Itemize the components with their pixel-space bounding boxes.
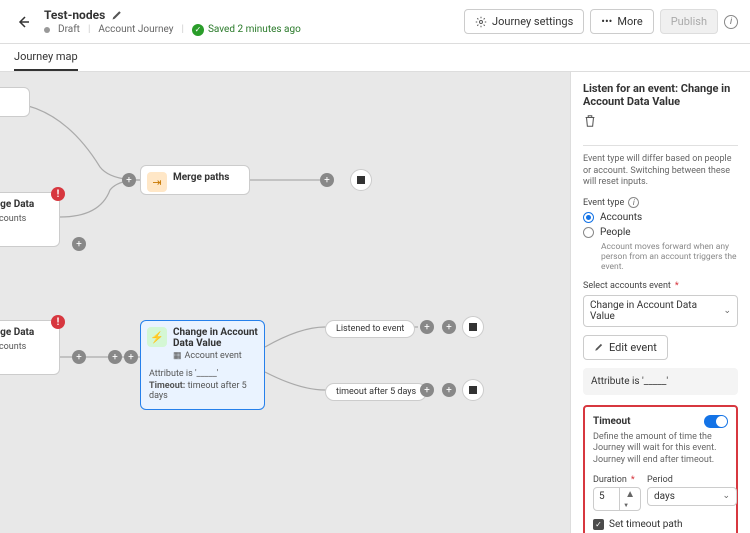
connector-dot[interactable]: +	[108, 350, 122, 364]
chevron-down-icon: ⌄	[722, 491, 730, 501]
timeout-toggle[interactable]	[704, 415, 728, 428]
status-label: Draft	[58, 24, 80, 35]
node-event-listener[interactable]: ⚡ Change in Account Data Value ▦Account …	[140, 320, 265, 410]
end-node[interactable]	[350, 169, 372, 191]
radio-people[interactable]: People	[583, 227, 738, 238]
branch-pill-timeout[interactable]: timeout after 5 days	[325, 383, 427, 401]
timeout-section: Timeout Define the amount of time the Jo…	[583, 405, 738, 533]
connector-dot[interactable]: +	[320, 173, 334, 187]
saved-label: Saved 2 minutes ago	[208, 24, 301, 35]
publish-button[interactable]: Publish	[660, 9, 718, 34]
radio-icon	[583, 212, 594, 223]
check-icon: ✓	[192, 24, 204, 36]
period-select[interactable]: days ⌄	[647, 487, 737, 506]
journey-type: Account Journey	[98, 24, 173, 35]
duration-label: Duration	[593, 475, 641, 485]
node-merge-paths[interactable]: ⇥ Merge paths	[140, 165, 250, 195]
info-icon[interactable]: i	[628, 197, 639, 208]
duration-input[interactable]: 5 ▲▼	[593, 487, 641, 511]
settings-icon	[475, 16, 487, 28]
pencil-icon	[594, 342, 604, 352]
period-label: Period	[647, 475, 737, 485]
node-change-data-2[interactable]: ! Change Data on accounts	[0, 320, 60, 375]
error-badge: !	[51, 187, 65, 201]
people-hint: Account moves forward when any person fr…	[601, 242, 738, 273]
more-button[interactable]: ••• More	[590, 9, 653, 34]
panel-title: Listen for an event: Change in Account D…	[583, 82, 738, 108]
node-timeout-row: Timeout: Timeout: timeout after 5 daysti…	[149, 381, 256, 401]
info-icon[interactable]: i	[724, 15, 738, 29]
tab-row: Journey map	[0, 44, 750, 72]
account-event-icon: ▦	[173, 351, 182, 361]
step-up-icon[interactable]: ▲	[620, 488, 640, 502]
page-title: Test-nodes	[44, 8, 105, 22]
node-partial-top[interactable]	[0, 87, 30, 117]
edit-title-icon[interactable]	[111, 9, 123, 21]
status-dot	[44, 27, 50, 33]
checkbox-icon: ✓	[593, 519, 604, 530]
merge-icon: ⇥	[147, 172, 167, 192]
connector-dot[interactable]: +	[442, 320, 456, 334]
edit-event-button[interactable]: Edit event	[583, 335, 668, 360]
more-icon: •••	[601, 15, 612, 28]
connector-dot[interactable]: +	[420, 383, 434, 397]
radio-icon	[583, 227, 594, 238]
connector-dot[interactable]: +	[124, 350, 138, 364]
branch-pill-listened[interactable]: Listened to event	[325, 320, 415, 338]
error-badge: !	[51, 315, 65, 329]
radio-accounts[interactable]: Accounts	[583, 212, 738, 223]
journey-canvas[interactable]: + ⇥ Merge paths + ! Change Data on accou…	[0, 72, 570, 533]
back-button[interactable]	[12, 11, 34, 33]
chevron-down-icon: ⌄	[723, 306, 731, 316]
connector-dot[interactable]: +	[122, 173, 136, 187]
panel-hint: Event type will differ based on people o…	[583, 154, 738, 189]
tab-journey-map[interactable]: Journey map	[14, 44, 78, 71]
connector-dot[interactable]: +	[72, 350, 86, 364]
timeout-hint: Define the amount of time the Journey wi…	[593, 432, 728, 467]
journey-settings-button[interactable]: Journey settings	[464, 9, 584, 34]
connector-dot[interactable]: +	[72, 237, 86, 251]
connector-dot[interactable]: +	[420, 320, 434, 334]
end-node[interactable]	[462, 316, 484, 338]
bolt-icon: ⚡	[147, 327, 167, 347]
event-type-label: Event type i	[583, 197, 738, 208]
properties-panel: Listen for an event: Change in Account D…	[570, 72, 750, 533]
select-accounts-event[interactable]: Change in Account Data Value ⌄	[583, 295, 738, 327]
node-change-data-1[interactable]: ! Change Data on accounts	[0, 192, 60, 247]
node-attribute-row: Attribute is '_____'	[149, 369, 256, 379]
timeout-title: Timeout	[593, 416, 631, 427]
attribute-summary: Attribute is '_____'	[583, 368, 738, 395]
connector-dot[interactable]: +	[442, 383, 456, 397]
select-event-label: Select accounts event	[583, 281, 738, 291]
step-down-icon[interactable]: ▼	[620, 502, 640, 510]
set-timeout-path-checkbox[interactable]: ✓ Set timeout path	[593, 519, 728, 530]
topbar: Test-nodes Draft | Account Journey | ✓ S…	[0, 0, 750, 44]
delete-icon[interactable]	[583, 114, 597, 128]
end-node[interactable]	[462, 379, 484, 401]
